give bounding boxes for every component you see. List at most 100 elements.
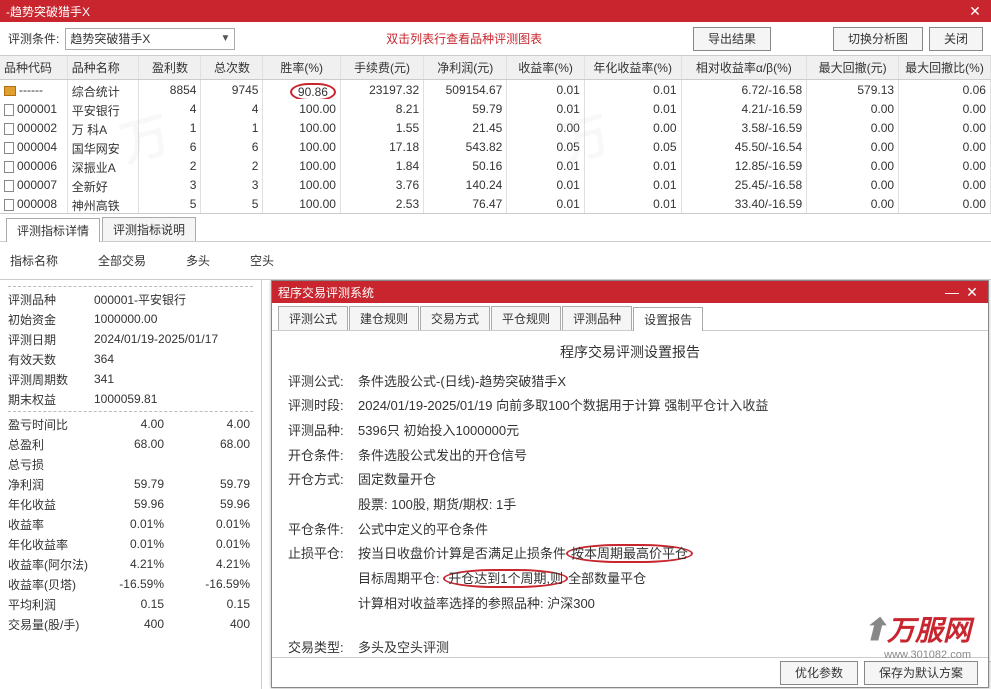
export-button[interactable]: 导出结果	[693, 27, 771, 51]
col-header[interactable]: 品种名称	[68, 56, 140, 79]
mid-header: 指标名称 全部交易 多头 空头	[0, 242, 991, 280]
table-cell: 45.50/-16.54	[682, 137, 808, 156]
table-cell: 100.00	[263, 99, 340, 118]
stat-value-all: 0.01%	[94, 517, 180, 531]
stat-label: 总亏损	[8, 456, 94, 473]
table-cell: 1	[201, 118, 263, 137]
table-cell: 全新好	[68, 175, 140, 194]
table-row[interactable]: 000004国华网安66100.0017.18543.820.050.0545.…	[0, 137, 991, 156]
minimize-icon[interactable]: —	[942, 284, 962, 300]
table-row[interactable]: 000007全新好33100.003.76140.240.010.0125.45…	[0, 175, 991, 194]
col-header[interactable]: 胜率(%)	[263, 56, 340, 79]
col-header[interactable]: 最大回撤比(%)	[899, 56, 991, 79]
table-cell: 000007	[0, 175, 68, 194]
col-header[interactable]: 净利润(元)	[424, 56, 507, 79]
col-header[interactable]: 最大回撤(元)	[807, 56, 899, 79]
stat-value: 341	[94, 372, 253, 386]
stat-label: 初始资金	[8, 311, 94, 328]
open-cond-label: 开仓条件:	[288, 444, 358, 469]
table-cell: 0.01	[585, 156, 682, 175]
stat-value-long: 0.01%	[180, 537, 250, 551]
stat-value-all: 4.00	[94, 417, 180, 431]
mid-col2: 全部交易	[98, 252, 146, 269]
stat-label: 年化收益率	[8, 536, 94, 553]
mid-col3: 多头	[186, 252, 210, 269]
col-header[interactable]: 手续费(元)	[341, 56, 424, 79]
table-cell: 33.40/-16.59	[682, 194, 808, 213]
stat-row: 净利润59.7959.79	[8, 474, 253, 494]
trade-type-label: 交易类型:	[288, 636, 358, 657]
table-cell: 5	[201, 194, 263, 213]
table-cell: 12.85/-16.59	[682, 156, 808, 175]
col-header[interactable]: 盈利数	[139, 56, 201, 79]
optimize-button[interactable]: 优化参数	[780, 661, 858, 685]
table-cell: 4	[201, 99, 263, 118]
tab-detail[interactable]: 评测指标详情	[6, 218, 100, 242]
popup-body: 程序交易评测设置报告 评测公式:条件选股公式-(日线)-趋势突破猎手X 评测时段…	[272, 331, 988, 657]
table-cell: 2.53	[341, 194, 424, 213]
table-row[interactable]: ------综合统计8854974590.8623197.32509154.67…	[0, 80, 991, 99]
popup-window: 程序交易评测系统 — ✕ 评测公式建仓规则交易方式平仓规则评测品种设置报告 程序…	[271, 280, 989, 688]
formula-label: 评测公式:	[288, 370, 358, 395]
table-row[interactable]: 000002万 科A11100.001.5521.450.000.003.58/…	[0, 118, 991, 137]
popup-tab[interactable]: 交易方式	[420, 306, 490, 330]
report-heading: 程序交易评测设置报告	[288, 339, 972, 366]
stat-value-long: 68.00	[180, 437, 250, 451]
table-row[interactable]: 000001平安银行44100.008.2159.790.010.014.21/…	[0, 99, 991, 118]
close-icon[interactable]: ✕	[965, 3, 985, 20]
stat-row: 平均利润0.150.15	[8, 594, 253, 614]
popup-tab[interactable]: 设置报告	[633, 307, 703, 331]
strategy-combo[interactable]: 趋势突破猎手X ▼	[65, 28, 235, 50]
detail-tabs: 评测指标详情 评测指标说明	[0, 214, 991, 242]
table-cell: 543.82	[424, 137, 507, 156]
stat-label: 评测日期	[8, 331, 94, 348]
table-cell: 0.01	[507, 175, 584, 194]
col-header[interactable]: 收益率(%)	[507, 56, 584, 79]
table-cell: 3.76	[341, 175, 424, 194]
file-icon	[4, 142, 14, 154]
stat-value-all: 59.96	[94, 497, 180, 511]
popup-tab[interactable]: 平仓规则	[491, 306, 561, 330]
stat-row: 交易量(股/手)400400	[8, 614, 253, 634]
mid-col1: 指标名称	[10, 252, 58, 269]
table-cell: 0.00	[807, 194, 899, 213]
table-row[interactable]: 000008神州高铁55100.002.5376.470.010.0133.40…	[0, 194, 991, 213]
popup-titlebar: 程序交易评测系统 — ✕	[272, 281, 988, 303]
switch-chart-button[interactable]: 切换分析图	[833, 27, 923, 51]
table-cell: 0.00	[899, 194, 991, 213]
table-cell: 000004	[0, 137, 68, 156]
stat-row: 总盈利68.0068.00	[8, 434, 253, 454]
table-cell: 神州高铁	[68, 194, 140, 213]
close-cond-value: 公式中定义的平仓条件	[358, 518, 488, 543]
table-cell: 5	[139, 194, 201, 213]
popup-title: 程序交易评测系统	[278, 284, 374, 301]
save-default-button[interactable]: 保存为默认方案	[864, 661, 978, 685]
popup-tab[interactable]: 评测公式	[278, 306, 348, 330]
popup-tab[interactable]: 建仓规则	[349, 306, 419, 330]
table-cell: 深振业A	[68, 156, 140, 175]
table-cell: 0.00	[807, 137, 899, 156]
stat-value: 1000059.81	[94, 392, 253, 406]
table-cell: 000008	[0, 194, 68, 213]
stat-value-all: 0.01%	[94, 537, 180, 551]
table-cell: 000001	[0, 99, 68, 118]
col-header[interactable]: 总次数	[201, 56, 263, 79]
open-method-label: 开仓方式:	[288, 468, 358, 493]
stat-row: 有效天数364	[8, 349, 253, 369]
col-header[interactable]: 品种代码	[0, 56, 68, 79]
table-row[interactable]: 000006深振业A22100.001.8450.160.010.0112.85…	[0, 156, 991, 175]
table-cell: 0.01	[507, 156, 584, 175]
col-header[interactable]: 相对收益率α/β(%)	[682, 56, 808, 79]
tab-explain[interactable]: 评测指标说明	[102, 217, 196, 241]
col-header[interactable]: 年化收益率(%)	[585, 56, 682, 79]
table-cell: 9745	[201, 80, 263, 99]
table-cell: 万 科A	[68, 118, 140, 137]
close-button[interactable]: 关闭	[929, 27, 983, 51]
table-cell: 000006	[0, 156, 68, 175]
table-cell: 0.00	[807, 118, 899, 137]
popup-close-icon[interactable]: ✕	[962, 284, 982, 301]
table-cell: 0.00	[899, 137, 991, 156]
file-icon	[4, 161, 14, 173]
popup-tab[interactable]: 评测品种	[562, 306, 632, 330]
table-cell: 0.01	[507, 80, 584, 99]
